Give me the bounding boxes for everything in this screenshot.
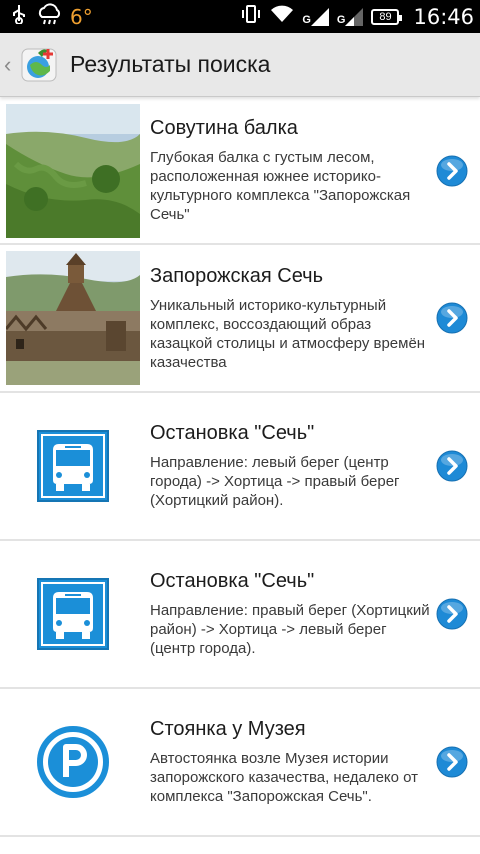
chevron-right-icon[interactable]	[436, 450, 468, 482]
item-title: Остановка "Сечь"	[150, 422, 315, 444]
usb-icon	[10, 4, 28, 29]
temperature-label: 6°	[70, 4, 93, 29]
chevron-right-icon[interactable]	[436, 746, 468, 778]
list-item[interactable]: Запорожская Сечь Уникальный историко-кул…	[0, 245, 480, 393]
bus-stop-icon	[6, 430, 140, 502]
action-bar: ‹ Результаты поиска	[0, 33, 480, 97]
wifi-icon	[270, 4, 294, 29]
list-item[interactable]: Совутина балка Глубокая балка с густым л…	[0, 98, 480, 245]
battery-icon: 89	[371, 8, 403, 25]
thumbnail-photo-ravine	[6, 103, 140, 238]
item-title: Совутина балка	[150, 117, 298, 139]
parking-icon	[6, 725, 140, 799]
bus-stop-icon	[6, 578, 140, 650]
signal-1: G	[302, 7, 329, 26]
item-description: Уникальный историко-культурный комплекс,…	[150, 296, 426, 371]
chevron-right-icon[interactable]	[436, 302, 468, 334]
results-list: Совутина балка Глубокая балка с густым л…	[0, 98, 480, 837]
list-item[interactable]: Стоянка у Музея Автостоянка возле Музея …	[0, 689, 480, 837]
signal-2: G	[337, 7, 364, 26]
thumbnail-photo-sich-fortress	[6, 251, 140, 385]
weather-icon	[36, 3, 62, 30]
vibrate-icon	[240, 4, 262, 29]
app-logo-icon[interactable]	[18, 43, 62, 87]
list-item[interactable]: Остановка "Сечь" Направление: правый бер…	[0, 541, 480, 689]
chevron-right-icon[interactable]	[436, 598, 468, 630]
item-title: Стоянка у Музея	[150, 718, 306, 740]
clock: 16:46	[413, 4, 474, 29]
item-description: Автостоянка возле Музея истории запорожс…	[150, 750, 419, 805]
signal-bars-icon	[345, 7, 364, 26]
item-description: Глубокая балка с густым лесом, расположе…	[150, 149, 411, 223]
item-title: Остановка "Сечь"	[150, 570, 315, 592]
signal-bars-icon	[310, 7, 329, 26]
battery-level: 89	[379, 10, 392, 23]
list-item[interactable]: Остановка "Сечь" Направление: левый бере…	[0, 393, 480, 541]
item-description: Направление: правый берег (Хортицкий рай…	[150, 602, 430, 657]
chevron-right-icon[interactable]	[436, 155, 468, 187]
item-title: Запорожская Сечь	[150, 264, 323, 287]
back-chevron-icon[interactable]: ‹	[4, 52, 16, 78]
status-bar: 6° G G 89 16:46	[0, 0, 480, 33]
page-title: Результаты поиска	[70, 51, 271, 77]
item-description: Направление: левый берег (центр города) …	[150, 454, 400, 509]
